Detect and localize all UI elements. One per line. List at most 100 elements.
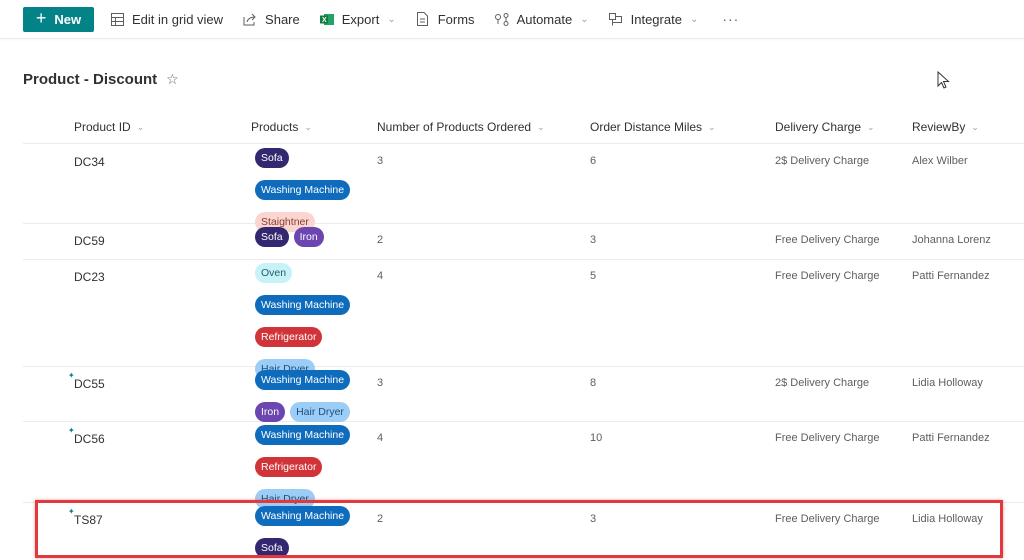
chevron-down-icon: ⌄ <box>387 13 396 25</box>
automate-icon <box>494 12 509 26</box>
table-row[interactable]: DC34 Sofa Washing Machine Staightner 3 6 2… <box>23 145 1024 232</box>
more-options-button[interactable]: ··· <box>722 11 739 27</box>
number-ordered-cell: 2 <box>377 234 384 246</box>
chevron-down-icon: ⌄ <box>708 121 716 132</box>
new-button[interactable]: + New <box>23 6 94 32</box>
column-label: Delivery Charge <box>775 120 862 134</box>
column-label: Number of Products Ordered <box>377 120 532 134</box>
product-chip: Refrigerator <box>255 457 323 477</box>
share-icon <box>243 12 257 26</box>
product-chip: Oven <box>255 263 293 283</box>
column-label: Order Distance Miles <box>590 120 703 134</box>
product-chip: Washing Machine <box>255 425 351 445</box>
integrate-label: Integrate <box>630 11 682 27</box>
products-cell: Oven Washing Machine Refrigerator Hair Drye… <box>255 263 365 381</box>
column-label: ReviewBy <box>912 120 966 134</box>
number-ordered-cell: 3 <box>377 377 384 389</box>
review-by-cell: Patti Fernandez <box>912 270 990 282</box>
column-header-delivery-charge[interactable]: Delivery Charge ⌄ <box>775 120 875 134</box>
review-by-cell: Alex Wilber <box>912 155 968 167</box>
product-id: TS87 <box>74 513 103 527</box>
order-distance-cell: 6 <box>590 155 597 167</box>
chevron-down-icon: ⌄ <box>136 121 145 132</box>
automate-button[interactable]: Automate ⌄ <box>494 0 589 39</box>
product-id-cell[interactable]: ✦ DC55 <box>68 371 105 391</box>
products-cell: Sofa Washing Machine Staightner <box>255 148 365 234</box>
export-label: Export <box>341 11 380 27</box>
product-id: DC23 <box>74 270 105 284</box>
share-label: Share <box>265 11 300 27</box>
number-ordered-cell: 4 <box>377 270 384 282</box>
chevron-down-icon: ⌄ <box>689 13 699 25</box>
product-id: DC59 <box>74 234 105 248</box>
column-header-number-ordered[interactable]: Number of Products Ordered ⌄ <box>377 120 545 134</box>
share-button[interactable]: Share <box>243 0 300 39</box>
list-title: Product - Discount ☆ <box>23 71 179 88</box>
products-cell: Washing Machine Refrigerator Hair Dryer <box>255 425 365 511</box>
products-cell: Washing Machine Sofa <box>255 506 365 560</box>
product-chip: Sofa <box>255 227 289 247</box>
product-id-cell[interactable]: ✦ DC56 <box>68 426 105 446</box>
order-distance-cell: 5 <box>590 270 597 282</box>
product-chip: Washing Machine <box>255 295 351 315</box>
product-chip: Washing Machine <box>255 370 351 390</box>
column-header-order-distance[interactable]: Order Distance Miles ⌄ <box>590 120 716 134</box>
forms-button[interactable]: Forms <box>416 0 475 39</box>
product-chip: Hair Dryer <box>290 402 350 422</box>
review-by-cell: Johanna Lorenz <box>912 234 991 246</box>
integrate-button[interactable]: Integrate ⌄ <box>609 0 699 39</box>
export-button[interactable]: X Export ⌄ <box>319 0 396 39</box>
grid-icon <box>110 12 124 26</box>
forms-label: Forms <box>437 11 475 27</box>
review-by-cell: Lidia Holloway <box>912 513 983 525</box>
order-distance-cell: 8 <box>590 377 597 389</box>
integrate-icon <box>609 12 623 26</box>
column-header-product-id[interactable]: Product ID ⌄ <box>74 120 144 134</box>
column-label: Product ID <box>74 120 131 134</box>
product-id: DC55 <box>74 377 105 391</box>
chevron-down-icon: ⌄ <box>971 121 979 132</box>
delivery-charge-cell: 2$ Delivery Charge <box>775 155 870 167</box>
table-row[interactable]: DC59 Sofa Iron 2 3 Free Delivery Charge J… <box>23 224 1024 260</box>
table-row[interactable]: ✦ DC56 Washing Machine Refrigerator Hair Dr… <box>23 422 1024 509</box>
product-chip: Washing Machine <box>255 180 351 200</box>
product-id-cell[interactable]: DC59 <box>74 234 105 248</box>
delivery-charge-cell: Free Delivery Charge <box>775 234 880 246</box>
chevron-down-icon: ⌄ <box>867 121 875 132</box>
chevron-down-icon: ⌄ <box>580 13 589 25</box>
table-row[interactable]: DC23 Oven Washing Machine Refrigerator Hair… <box>23 260 1024 379</box>
delivery-charge-cell: Free Delivery Charge <box>775 270 880 282</box>
column-header-review-by[interactable]: ReviewBy ⌄ <box>912 120 979 134</box>
review-by-cell: Patti Fernandez <box>912 432 990 444</box>
order-distance-cell: 10 <box>590 432 603 444</box>
table-row[interactable]: ✦ DC55 Washing Machine Iron Hair Dryer 3 8 … <box>23 367 1024 422</box>
product-chip: Sofa <box>255 148 289 168</box>
product-chip: Sofa <box>255 538 289 558</box>
star-outline-icon[interactable]: ☆ <box>166 71 179 88</box>
new-item-icon: ✦ <box>68 426 75 435</box>
number-ordered-cell: 3 <box>377 155 384 167</box>
page-title: Product - Discount <box>23 71 158 88</box>
command-bar: + New Edit in grid view Share X Export ⌄… <box>0 0 1024 39</box>
product-chip: Iron <box>293 227 324 247</box>
products-cell: Washing Machine Iron Hair Dryer <box>255 370 365 424</box>
product-chip: Iron <box>255 402 286 422</box>
table-header: Product ID ⌄ Products ⌄ Number of Produc… <box>23 110 1024 144</box>
product-id-cell[interactable]: DC34 <box>74 155 105 169</box>
product-chip: Washing Machine <box>255 506 351 526</box>
new-label: New <box>54 11 82 27</box>
product-id-cell[interactable]: ✦ TS87 <box>68 507 103 527</box>
edit-grid-view-button[interactable]: Edit in grid view <box>110 0 223 39</box>
chevron-down-icon: ⌄ <box>537 121 545 132</box>
product-id: DC34 <box>74 155 105 169</box>
delivery-charge-cell: 2$ Delivery Charge <box>775 377 870 389</box>
product-id-cell[interactable]: DC23 <box>74 270 105 284</box>
table-row[interactable]: ✦ TS87 Washing Machine Sofa 2 3 Free Deliv… <box>23 503 1024 560</box>
product-id: DC56 <box>74 432 105 446</box>
column-header-products[interactable]: Products ⌄ <box>251 120 312 134</box>
delivery-charge-cell: Free Delivery Charge <box>775 513 880 525</box>
chevron-down-icon: ⌄ <box>304 121 312 132</box>
automate-label: Automate <box>516 11 573 27</box>
order-distance-cell: 3 <box>590 513 597 525</box>
product-chip: Refrigerator <box>255 327 323 347</box>
